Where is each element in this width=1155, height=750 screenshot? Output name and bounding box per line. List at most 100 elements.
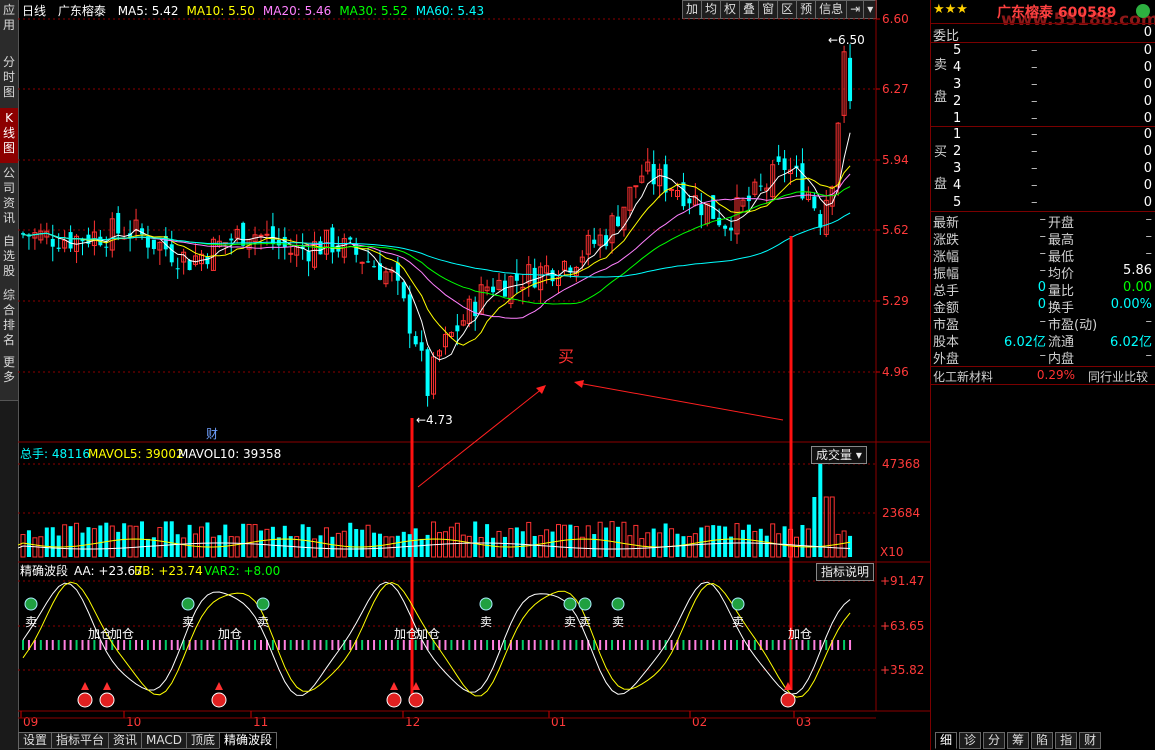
volume-bar xyxy=(365,524,371,558)
sell-row-volume: 0 xyxy=(1143,43,1152,58)
volume-bar xyxy=(729,536,734,557)
left-tab-5[interactable]: 综合排名 xyxy=(0,285,18,354)
bottom-tab-1[interactable]: 指标平台 xyxy=(51,732,110,749)
volume-bar xyxy=(407,534,412,557)
candle-body xyxy=(651,164,656,185)
sell-signal-label: 卖 xyxy=(257,615,269,629)
sell-row-volume: 0 xyxy=(1143,111,1152,126)
candle-body xyxy=(812,196,817,209)
candle-body xyxy=(592,239,597,244)
bottom-tab-5[interactable]: 精确波段 xyxy=(219,732,278,749)
candle-body xyxy=(473,301,478,317)
arrow-head xyxy=(574,380,584,388)
quote-value: 5.86 xyxy=(1123,263,1152,278)
candle-body xyxy=(241,222,246,246)
sell-row-level: 2 xyxy=(953,94,962,109)
volume-bar xyxy=(592,534,597,557)
volume-bar xyxy=(651,528,656,557)
volume-bar xyxy=(794,536,799,558)
indicator-help-button[interactable]: 指标说明 xyxy=(816,563,875,581)
volume-bar xyxy=(711,525,716,557)
sell-signal-label: 卖 xyxy=(25,615,37,629)
volume-bar xyxy=(478,537,484,558)
candle-body xyxy=(359,261,365,264)
date-tick-label: 03 xyxy=(796,715,811,729)
sell-signal-icon xyxy=(479,597,493,611)
panel-tab-3[interactable]: 筹 xyxy=(1007,732,1030,749)
industry-name[interactable]: 化工新材料 xyxy=(933,368,993,385)
up-arrow-icon xyxy=(103,682,111,690)
rating-stars-icon: ★★★ xyxy=(933,2,968,17)
panel-tab-1[interactable]: 诊 xyxy=(959,732,982,749)
quote-value: – xyxy=(1145,314,1153,329)
volume-bar xyxy=(270,526,275,557)
indicator-var2: VAR2: +8.00 xyxy=(204,564,280,578)
volume-bar xyxy=(205,522,210,557)
bottom-tab-4[interactable]: 顶底 xyxy=(186,732,221,749)
panel-tab-0[interactable]: 细 xyxy=(935,732,958,749)
left-tab-4[interactable]: 自选股 xyxy=(0,231,18,287)
volume-bar xyxy=(752,530,758,558)
volume-bar xyxy=(532,535,537,557)
candle-body xyxy=(258,234,264,237)
candle-body xyxy=(56,247,61,249)
volume-bar xyxy=(157,527,163,558)
volume-bar xyxy=(234,536,240,558)
candle-body xyxy=(151,239,156,250)
candle-body xyxy=(187,260,192,271)
quote-value: – xyxy=(1039,348,1047,363)
volume-bar xyxy=(568,524,573,557)
add-signal-label: 加仓 xyxy=(788,627,812,641)
add-signal-label: 加仓 xyxy=(416,627,440,641)
left-tab-3[interactable]: 公司资讯 xyxy=(0,163,18,233)
volume-bar xyxy=(133,525,139,558)
quote-value: – xyxy=(1145,212,1153,227)
status-icon[interactable] xyxy=(1136,4,1150,18)
add-signal-label: 加仓 xyxy=(110,627,134,641)
volume-bar xyxy=(330,536,335,557)
buy-row-level: 1 xyxy=(953,127,962,142)
panel-tab-2[interactable]: 分 xyxy=(983,732,1006,749)
candle-body xyxy=(366,261,371,263)
left-tab-2[interactable]: K线图 xyxy=(0,108,18,165)
volume-bar xyxy=(109,525,115,558)
panel-tab-5[interactable]: 指 xyxy=(1055,732,1078,749)
volume-unit-label: X10 xyxy=(880,545,904,559)
add-signal-label: 加仓 xyxy=(88,627,112,641)
price-tick-label: 4.96 xyxy=(882,365,909,379)
stock-title: 广东榕泰 600589 xyxy=(997,5,1117,21)
quote-label: 内盘 xyxy=(1048,352,1075,367)
left-tab-1[interactable]: 分时图 xyxy=(0,52,18,110)
weibi-value: 0 xyxy=(1143,25,1152,40)
volume-bar xyxy=(460,534,466,558)
volume-bar xyxy=(491,537,496,557)
buy-row-price: – xyxy=(1031,178,1038,193)
bottom-tab-0[interactable]: 设置 xyxy=(18,732,53,749)
sell-row-level: 4 xyxy=(953,60,962,75)
compare-link[interactable]: 同行业比较 xyxy=(1088,368,1148,385)
volume-bar xyxy=(485,524,490,557)
volume-bar xyxy=(169,521,174,557)
volume-bar xyxy=(782,526,787,557)
bottom-tab-3[interactable]: MACD xyxy=(141,732,188,749)
sell-row-level: 5 xyxy=(953,43,962,58)
sell-row-level: 3 xyxy=(953,77,962,92)
left-tab-0[interactable]: 应用 xyxy=(0,0,18,54)
panel-tab-4[interactable]: 陷 xyxy=(1031,732,1054,749)
volume-bar xyxy=(86,527,91,557)
volume-bar xyxy=(56,535,61,557)
volume-selector[interactable]: 成交量 ▾ xyxy=(811,446,867,464)
quote-value: – xyxy=(1039,229,1047,244)
candle-body xyxy=(723,225,728,229)
panel-tab-6[interactable]: 财 xyxy=(1079,732,1102,749)
price-tick-label: 6.60 xyxy=(882,12,909,26)
kline-chart[interactable]: 6.60 6.27 5.94 5.62 5.29 4.96 47368 23684 X10 +91… xyxy=(18,0,930,730)
volume-bar xyxy=(389,536,395,558)
quote-value: – xyxy=(1145,348,1153,363)
left-tab-6[interactable]: 更多 xyxy=(0,352,18,401)
volume-bar xyxy=(609,521,615,558)
quote-value: – xyxy=(1039,212,1047,227)
bottom-tab-2[interactable]: 资讯 xyxy=(108,732,143,749)
buy-row-level: 2 xyxy=(953,144,962,159)
candle-body xyxy=(401,282,406,299)
